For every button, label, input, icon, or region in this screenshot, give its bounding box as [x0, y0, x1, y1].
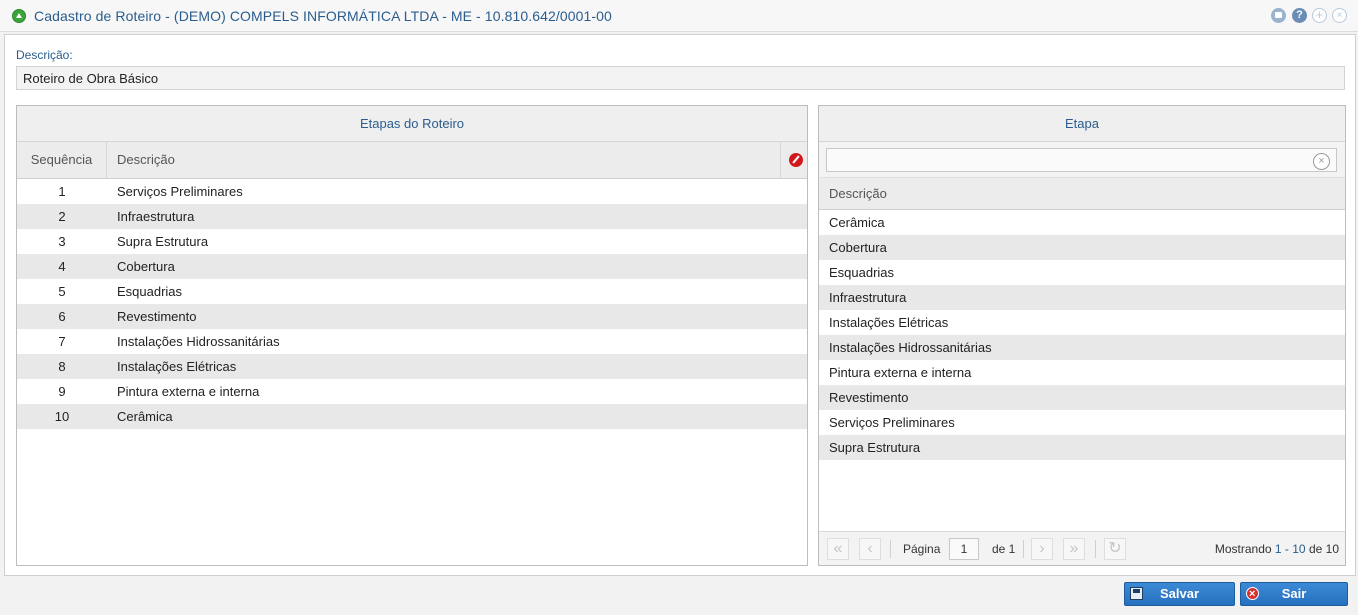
row-sequencia: 6 [58, 309, 66, 324]
first-page-icon[interactable]: « [827, 538, 849, 560]
row-descricao: Cobertura [117, 259, 175, 274]
row-descricao: Serviços Preliminares [117, 184, 243, 199]
etapas-grid-header: Sequência Descrição [17, 142, 807, 179]
row-descricao: Supra Estrutura [117, 234, 209, 249]
row-sequencia: 8 [58, 359, 66, 374]
table-row[interactable]: 8 Instalações Elétricas [17, 354, 807, 379]
table-row[interactable]: 1 Serviços Preliminares [17, 179, 807, 204]
list-item[interactable]: Serviços Preliminares [819, 410, 1345, 435]
page-count-label: de 1 [992, 542, 1016, 556]
row-sequencia: 9 [58, 384, 66, 399]
pager-info-range: 1 - 10 [1274, 542, 1306, 556]
row-sequencia: 4 [58, 259, 66, 274]
etapa-panel-title: Etapa [819, 106, 1345, 142]
edit-icon[interactable] [789, 153, 803, 167]
table-row[interactable]: 4 Cobertura [17, 254, 807, 279]
exit-button[interactable]: Sair [1240, 582, 1348, 606]
window-title: Cadastro de Roteiro - (DEMO) COMPELS INF… [34, 8, 612, 24]
list-item[interactable]: Esquadrias [819, 260, 1345, 285]
clear-search-icon[interactable]: × [1313, 153, 1330, 170]
row-sequencia: 7 [58, 334, 66, 349]
list-item[interactable]: Cobertura [819, 235, 1345, 260]
etapas-do-roteiro-title: Etapas do Roteiro [17, 106, 807, 142]
descricao-label: Descrição: [16, 48, 73, 62]
list-item[interactable]: Pintura externa e interna [819, 360, 1345, 385]
refresh-icon[interactable]: ↻ [1104, 538, 1126, 560]
next-page-icon[interactable]: › [1031, 538, 1053, 560]
column-header-descricao[interactable]: Descrição [117, 142, 175, 178]
etapa-search-input[interactable] [826, 148, 1337, 172]
table-row[interactable]: 3 Supra Estrutura [17, 229, 807, 254]
row-descricao: Cerâmica [117, 409, 173, 424]
prev-page-icon[interactable]: ‹ [859, 538, 881, 560]
action-column-header [780, 142, 808, 178]
page-label: Página [903, 542, 941, 556]
window-app-icon [12, 9, 26, 23]
descricao-field[interactable]: Roteiro de Obra Básico [16, 66, 1345, 90]
pager-divider [1023, 540, 1024, 558]
row-descricao: Revestimento [117, 309, 197, 324]
column-header-descricao[interactable]: Descrição [819, 178, 1345, 210]
pager-divider [890, 540, 891, 558]
exit-icon [1246, 583, 1259, 605]
row-descricao: Infraestrutura [117, 209, 195, 224]
close-icon[interactable]: × [1332, 8, 1347, 23]
form-container: Descrição: Roteiro de Obra Básico Etapas… [4, 34, 1356, 576]
row-sequencia: 10 [54, 409, 70, 424]
list-item[interactable]: Cerâmica [819, 210, 1345, 235]
table-row[interactable]: 7 Instalações Hidrossanitárias [17, 329, 807, 354]
page-number-input[interactable]: 1 [949, 538, 979, 560]
list-item[interactable]: Supra Estrutura [819, 435, 1345, 460]
list-item[interactable]: Infraestrutura [819, 285, 1345, 310]
save-button[interactable]: Salvar [1124, 582, 1235, 606]
pager-divider [1095, 540, 1096, 558]
etapa-search-bar: × [819, 142, 1345, 178]
row-descricao: Esquadrias [117, 284, 183, 299]
row-sequencia: 5 [58, 284, 66, 299]
table-row[interactable]: 2 Infraestrutura [17, 204, 807, 229]
list-item[interactable]: Instalações Elétricas [819, 310, 1345, 335]
list-item[interactable]: Revestimento [819, 385, 1345, 410]
last-page-icon[interactable]: » [1063, 538, 1085, 560]
etapa-panel: Etapa × Descrição Cerâmica Cobertura Esq… [818, 105, 1346, 566]
etapas-do-roteiro-panel: Etapas do Roteiro Sequência Descrição 1 S… [16, 105, 808, 566]
etapa-grid-body: Cerâmica Cobertura Esquadrias Infraestru… [819, 210, 1345, 460]
save-icon [1130, 587, 1143, 600]
list-item[interactable]: Instalações Hidrossanitárias [819, 335, 1345, 360]
row-sequencia: 2 [58, 209, 66, 224]
title-bar: Cadastro de Roteiro - (DEMO) COMPELS INF… [0, 0, 1358, 32]
row-sequencia: 3 [58, 234, 66, 249]
table-row[interactable]: 10 Cerâmica [17, 404, 807, 429]
pager-info-de: de [1308, 542, 1323, 556]
minimize-icon[interactable] [1271, 8, 1286, 23]
table-row[interactable]: 5 Esquadrias [17, 279, 807, 304]
row-descricao: Pintura externa e interna [117, 384, 260, 399]
column-header-sequencia[interactable]: Sequência [17, 142, 107, 178]
save-button-label: Salvar [1159, 586, 1200, 601]
row-sequencia: 1 [58, 184, 66, 199]
etapas-grid-body: 1 Serviços Preliminares 2 Infraestrutura 3… [17, 179, 807, 429]
table-row[interactable]: 6 Revestimento [17, 304, 807, 329]
maximize-icon[interactable]: + [1312, 8, 1327, 23]
pager-info-total: 10 [1325, 542, 1339, 556]
table-row[interactable]: 9 Pintura externa e interna [17, 379, 807, 404]
row-descricao: Instalações Elétricas [117, 359, 237, 374]
exit-button-label: Sair [1281, 586, 1307, 601]
row-descricao: Instalações Hidrossanitárias [117, 334, 280, 349]
pager-info: Mostrando 1 - 10 de 10 [1215, 542, 1339, 556]
pager-info-prefix: Mostrando [1214, 542, 1272, 556]
pagination-bar: « ‹ Página 1 de 1 › » ↻ Mostrando 1 - 10… [819, 531, 1345, 565]
help-icon[interactable]: ? [1292, 8, 1307, 23]
